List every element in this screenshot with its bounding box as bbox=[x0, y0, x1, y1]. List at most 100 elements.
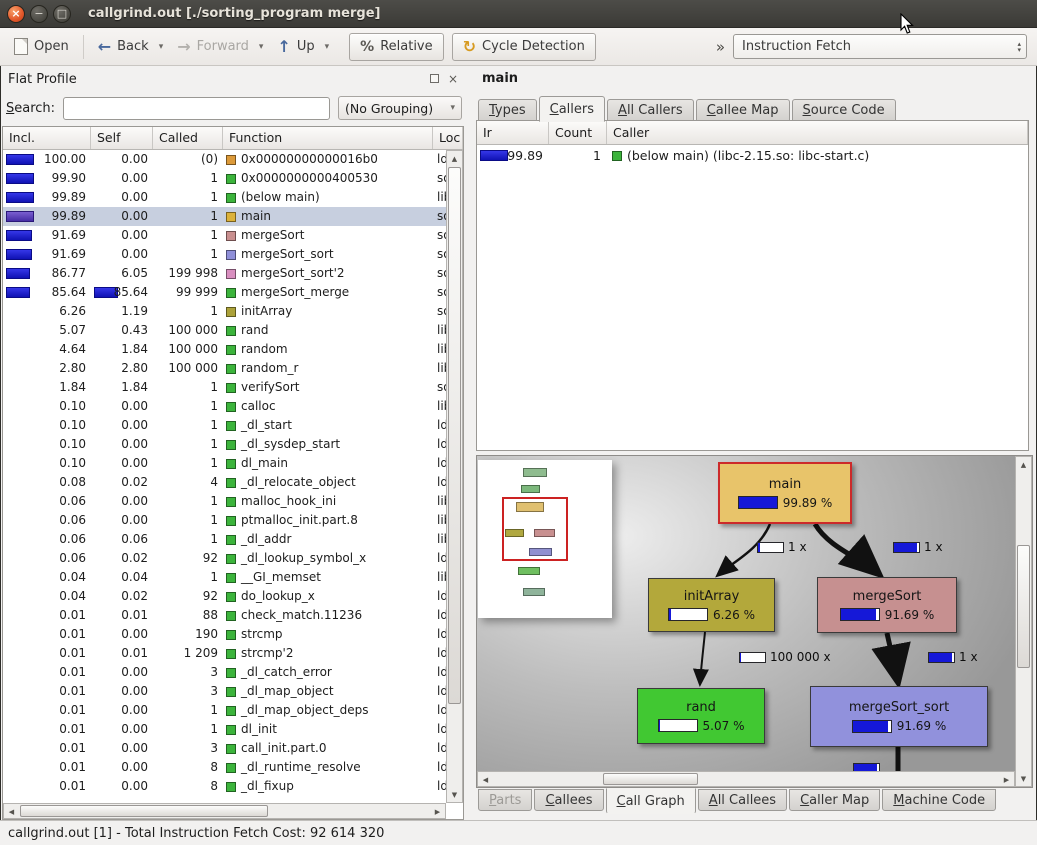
column-header-caller[interactable]: Caller bbox=[607, 121, 1028, 144]
flat-profile-row[interactable]: 99.89 0.00 1 main sor bbox=[3, 207, 446, 226]
flat-profile-row[interactable]: 6.26 1.19 1 initArray sor bbox=[3, 302, 446, 321]
flat-profile-row[interactable]: 0.04 0.02 92 do_lookup_x ld-2 bbox=[3, 587, 446, 606]
forward-button[interactable]: → Forward bbox=[169, 35, 257, 59]
event-type-combo[interactable]: Instruction Fetch ▴▾ bbox=[733, 34, 1027, 59]
scroll-right-icon[interactable]: ▶ bbox=[999, 772, 1014, 787]
column-header-ir[interactable]: Ir bbox=[477, 121, 549, 144]
flat-profile-row[interactable]: 99.90 0.00 1 0x0000000000400530 sor bbox=[3, 169, 446, 188]
tab-types[interactable]: Types bbox=[478, 99, 537, 121]
tab-all-callers[interactable]: All Callers bbox=[607, 99, 694, 121]
grouping-combo[interactable]: (No Grouping) ▾ bbox=[338, 96, 462, 120]
column-header-called[interactable]: Called bbox=[153, 127, 223, 149]
flat-profile-row[interactable]: 0.10 0.00 1 _dl_start ld-2 bbox=[3, 416, 446, 435]
combo-spinner-icon[interactable]: ▴▾ bbox=[1017, 41, 1021, 53]
scroll-left-icon[interactable]: ◀ bbox=[4, 804, 19, 819]
scroll-down-icon[interactable]: ▼ bbox=[447, 787, 462, 802]
scroll-up-icon[interactable]: ▲ bbox=[447, 151, 462, 166]
function-name: check_match.11236 bbox=[241, 606, 362, 625]
flat-profile-row[interactable]: 0.06 0.02 92 _dl_lookup_symbol_x ld-2 bbox=[3, 549, 446, 568]
tab-callers[interactable]: Callers bbox=[539, 96, 605, 122]
flat-profile-row[interactable]: 0.01 0.00 3 _dl_map_object ld-2 bbox=[3, 682, 446, 701]
flat-profile-row[interactable]: 0.06 0.00 1 ptmalloc_init.part.8 libc bbox=[3, 511, 446, 530]
function-icon bbox=[226, 649, 236, 659]
scrollbar-thumb[interactable] bbox=[1017, 545, 1030, 668]
caller-row[interactable]: 99.89 1 (below main) (libc-2.15.so: libc… bbox=[477, 145, 1028, 166]
scrollbar-thumb[interactable] bbox=[448, 167, 461, 704]
up-button[interactable]: ↑ Up bbox=[269, 35, 322, 59]
flat-profile-hscrollbar[interactable]: ◀ ▶ bbox=[3, 803, 446, 819]
graph-node-initarray[interactable]: initArray 6.26 % bbox=[648, 578, 775, 632]
back-dropdown-icon[interactable]: ▾ bbox=[157, 42, 170, 52]
tab-machine-code[interactable]: Machine Code bbox=[882, 789, 996, 811]
graph-node-main[interactable]: main 99.89 % bbox=[718, 462, 852, 524]
scroll-down-icon[interactable]: ▼ bbox=[1016, 771, 1031, 786]
tab-callee-map[interactable]: Callee Map bbox=[696, 99, 790, 121]
flat-profile-row[interactable]: 0.06 0.06 1 _dl_addr libc bbox=[3, 530, 446, 549]
flat-profile-row[interactable]: 0.06 0.00 1 malloc_hook_ini libc bbox=[3, 492, 446, 511]
graph-hscrollbar[interactable]: ◀ ▶ bbox=[477, 771, 1015, 787]
column-header-function[interactable]: Function bbox=[223, 127, 433, 149]
flat-profile-row[interactable]: 0.04 0.04 1 __GI_memset libc bbox=[3, 568, 446, 587]
column-header-count[interactable]: Count bbox=[549, 121, 607, 144]
graph-node-mergesort[interactable]: mergeSort 91.69 % bbox=[817, 577, 957, 633]
loc-value: sor bbox=[433, 302, 446, 321]
back-button[interactable]: ← Back bbox=[90, 35, 157, 59]
relative-toggle-button[interactable]: % Relative bbox=[349, 33, 443, 61]
flat-profile-row[interactable]: 0.10 0.00 1 dl_main ld-2 bbox=[3, 454, 446, 473]
flat-profile-row[interactable]: 2.80 2.80 100 000 random_r libc bbox=[3, 359, 446, 378]
tab-callees[interactable]: Callees bbox=[534, 789, 603, 811]
flat-profile-row[interactable]: 0.01 0.01 1 209 strcmp'2 ld-2 bbox=[3, 644, 446, 663]
tab-call-graph[interactable]: Call Graph bbox=[606, 788, 696, 814]
column-header-self[interactable]: Self bbox=[91, 127, 153, 149]
toolbar-overflow-button[interactable]: » bbox=[708, 38, 733, 56]
cycle-detection-button[interactable]: ↻ Cycle Detection bbox=[452, 33, 596, 61]
graph-canvas[interactable]: main 99.89 % initArray 6.26 % mergeSort … bbox=[477, 456, 1015, 771]
flat-profile-row[interactable]: 0.01 0.01 88 check_match.11236 ld-2 bbox=[3, 606, 446, 625]
close-window-button[interactable]: × bbox=[7, 5, 25, 23]
flat-profile-row[interactable]: 0.01 0.00 190 strcmp ld-2 bbox=[3, 625, 446, 644]
column-header-incl[interactable]: Incl. bbox=[3, 127, 91, 149]
scrollbar-thumb[interactable] bbox=[20, 805, 268, 817]
minimize-window-button[interactable]: − bbox=[30, 5, 48, 23]
scroll-right-icon[interactable]: ▶ bbox=[430, 804, 445, 819]
scrollbar-thumb[interactable] bbox=[603, 773, 698, 785]
scroll-left-icon[interactable]: ◀ bbox=[478, 772, 493, 787]
up-dropdown-icon[interactable]: ▾ bbox=[323, 42, 336, 52]
graph-node-mergesort_sort[interactable]: mergeSort_sort 91.69 % bbox=[810, 686, 988, 747]
forward-dropdown-icon[interactable]: ▾ bbox=[257, 42, 270, 52]
close-panel-button[interactable]: × bbox=[448, 73, 458, 85]
flat-profile-row[interactable]: 1.84 1.84 1 verifySort sor bbox=[3, 378, 446, 397]
graph-node-rand[interactable]: rand 5.07 % bbox=[637, 688, 765, 744]
flat-profile-row[interactable]: 0.01 0.00 3 _dl_catch_error ld-2 bbox=[3, 663, 446, 682]
flat-profile-row[interactable]: 0.10 0.00 1 _dl_sysdep_start ld-2 bbox=[3, 435, 446, 454]
scroll-up-icon[interactable]: ▲ bbox=[1016, 457, 1031, 472]
tab-all-callees[interactable]: All Callees bbox=[698, 789, 787, 811]
flat-profile-row[interactable]: 0.01 0.00 3 call_init.part.0 ld-2 bbox=[3, 739, 446, 758]
tab-caller-map[interactable]: Caller Map bbox=[789, 789, 880, 811]
flat-profile-row[interactable]: 86.77 6.05 199 998 mergeSort_sort'2 sor bbox=[3, 264, 446, 283]
flat-profile-row[interactable]: 100.00 0.00 (0) 0x00000000000016b0 ld-2 bbox=[3, 150, 446, 169]
graph-vscrollbar[interactable]: ▲ ▼ bbox=[1015, 456, 1032, 787]
maximize-window-button[interactable]: □ bbox=[53, 5, 71, 23]
flat-profile-row[interactable]: 99.89 0.00 1 (below main) libc bbox=[3, 188, 446, 207]
flat-profile-row[interactable]: 0.01 0.00 1 dl_init ld-2 bbox=[3, 720, 446, 739]
flat-profile-row[interactable]: 0.01 0.00 1 _dl_map_object_deps ld-2 bbox=[3, 701, 446, 720]
search-input[interactable] bbox=[63, 97, 330, 120]
flat-profile-row[interactable]: 0.01 0.00 8 _dl_fixup ld-2 bbox=[3, 777, 446, 796]
flat-profile-row[interactable]: 0.01 0.00 8 _dl_runtime_resolve ld-2 bbox=[3, 758, 446, 777]
flat-profile-row[interactable]: 91.69 0.00 1 mergeSort sor bbox=[3, 226, 446, 245]
loc-value: ld-2 bbox=[433, 625, 446, 644]
graph-minimap[interactable] bbox=[478, 460, 612, 618]
flat-profile-row[interactable]: 5.07 0.43 100 000 rand libc bbox=[3, 321, 446, 340]
open-button[interactable]: Open bbox=[6, 34, 77, 59]
titlebar[interactable]: × − □ callgrind.out [./sorting_program m… bbox=[0, 0, 1037, 28]
flat-profile-row[interactable]: 0.08 0.02 4 _dl_relocate_object ld-2 bbox=[3, 473, 446, 492]
tab-source-code[interactable]: Source Code bbox=[792, 99, 896, 121]
column-header-location[interactable]: Loc bbox=[433, 127, 463, 149]
flat-profile-row[interactable]: 85.64 85.64 99 999 mergeSort_merge sor bbox=[3, 283, 446, 302]
flat-profile-vscrollbar[interactable]: ▲ ▼ bbox=[446, 150, 463, 803]
flat-profile-row[interactable]: 0.10 0.00 1 calloc libc bbox=[3, 397, 446, 416]
float-panel-button[interactable] bbox=[430, 72, 439, 87]
flat-profile-row[interactable]: 4.64 1.84 100 000 random libc bbox=[3, 340, 446, 359]
flat-profile-row[interactable]: 91.69 0.00 1 mergeSort_sort sor bbox=[3, 245, 446, 264]
